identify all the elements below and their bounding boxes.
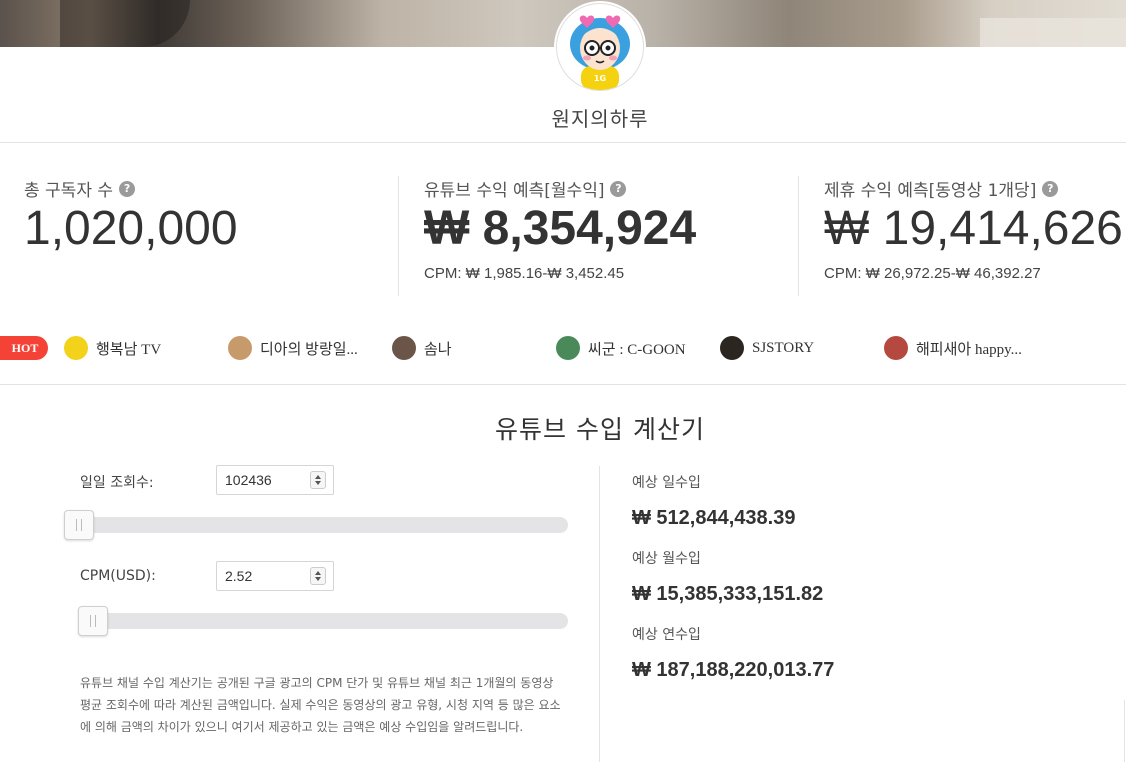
svg-text:1G: 1G (594, 74, 606, 83)
channel-thumbnail (884, 336, 908, 360)
cpm-input[interactable]: 2.52 (216, 561, 334, 591)
stat-label: 총 구독자 수 (24, 181, 114, 201)
hot-channel-item[interactable]: 디아의 방랑일... (228, 336, 368, 360)
divider (0, 384, 1126, 385)
number-spinner[interactable] (310, 567, 326, 585)
calculator-title: 유튜브 수입 계산기 (495, 415, 705, 444)
daily-views-slider[interactable] (64, 510, 568, 540)
cpm-slider[interactable] (78, 606, 568, 636)
hot-channel-name: SJSTORY (752, 339, 815, 356)
hot-channel-name: 솜나 (424, 341, 452, 358)
youtube-revenue-value: ₩ 8,354,924 (424, 202, 697, 255)
hot-channel-name: 씨군 : C-GOON (588, 341, 686, 358)
daily-views-value: 102436 (225, 472, 272, 488)
calculator-notice: 유튜브 채널 수입 계산기는 공개된 구글 광고의 CPM 단가 및 유튜브 채… (80, 676, 561, 734)
stat-label: 제휴 수익 예측[동영상 1개당] (824, 181, 1037, 201)
channel-thumbnail (392, 336, 416, 360)
stat-subscribers: 총 구독자 수 ? 1,020,000 (24, 176, 238, 255)
divider (398, 176, 399, 296)
hot-channel-name: 행복남 TV (96, 341, 162, 358)
sponsor-revenue-value: ₩ 19,414,626 (824, 202, 1123, 255)
spinner-up-icon[interactable] (315, 475, 321, 479)
number-spinner[interactable] (310, 471, 326, 489)
help-icon[interactable]: ? (119, 180, 136, 197)
divider (599, 466, 600, 762)
channel-thumbnail (720, 336, 744, 360)
channel-thumbnail (228, 336, 252, 360)
monthly-income-label: 예상 월수입 (632, 551, 701, 567)
help-icon[interactable]: ? (1042, 180, 1059, 197)
hot-channel-item[interactable]: SJSTORY (720, 336, 860, 360)
hot-channel-item[interactable]: 솜나 (392, 336, 532, 360)
channel-name: 원지의하루 (551, 107, 649, 131)
divider (1124, 700, 1125, 762)
help-icon[interactable]: ? (610, 180, 627, 197)
spinner-down-icon[interactable] (315, 481, 321, 485)
hot-badge: HOT (0, 336, 48, 360)
hot-channel-item[interactable]: 행복남 TV (64, 336, 214, 360)
slider-handle[interactable] (64, 510, 94, 540)
monthly-income-value: ₩ 15,385,333,151.82 (632, 583, 824, 605)
hot-channel-name: 디아의 방랑일... (260, 341, 358, 358)
stat-sponsor-revenue: 제휴 수익 예측[동영상 1개당] ? ₩ 19,414,626 CPM: ₩ … (824, 176, 1123, 282)
channel-avatar[interactable]: 1G (556, 3, 644, 91)
channel-thumbnail (556, 336, 580, 360)
divider (0, 142, 1126, 143)
cpm-value: 2.52 (225, 568, 253, 584)
yearly-income-label: 예상 연수입 (632, 627, 701, 643)
divider (798, 176, 799, 296)
cartoon-girl-glasses-avatar-icon: 1G (557, 4, 643, 90)
hot-channel-item[interactable]: 해피새아 happy... (884, 336, 1034, 360)
stat-label: 유튜브 수익 예측[월수익] (424, 181, 605, 201)
slider-handle[interactable] (78, 606, 109, 636)
cpm-label: CPM(USD): (80, 568, 156, 584)
spinner-up-icon[interactable] (315, 571, 321, 575)
daily-income-label: 예상 일수입 (632, 475, 701, 491)
stat-youtube-revenue: 유튜브 수익 예측[월수익] ? ₩ 8,354,924 CPM: ₩ 1,98… (424, 176, 696, 282)
banner-highlight (980, 18, 1126, 47)
banner-shadow (60, 0, 190, 47)
daily-income-value: ₩ 512,844,438.39 (632, 507, 796, 529)
hot-channel-item[interactable]: 씨군 : C-GOON (556, 336, 706, 360)
spinner-down-icon[interactable] (315, 577, 321, 581)
daily-views-label: 일일 조회수: (80, 475, 154, 491)
daily-views-input[interactable]: 102436 (216, 465, 334, 495)
sponsor-cpm-range: CPM: ₩ 26,972.25-₩ 46,392.27 (824, 265, 1041, 282)
subscriber-count: 1,020,000 (24, 202, 238, 255)
hot-channel-name: 해피새아 happy... (916, 341, 1022, 358)
channel-thumbnail (64, 336, 88, 360)
youtube-cpm-range: CPM: ₩ 1,985.16-₩ 3,452.45 (424, 265, 625, 282)
yearly-income-value: ₩ 187,188,220,013.77 (632, 659, 835, 681)
